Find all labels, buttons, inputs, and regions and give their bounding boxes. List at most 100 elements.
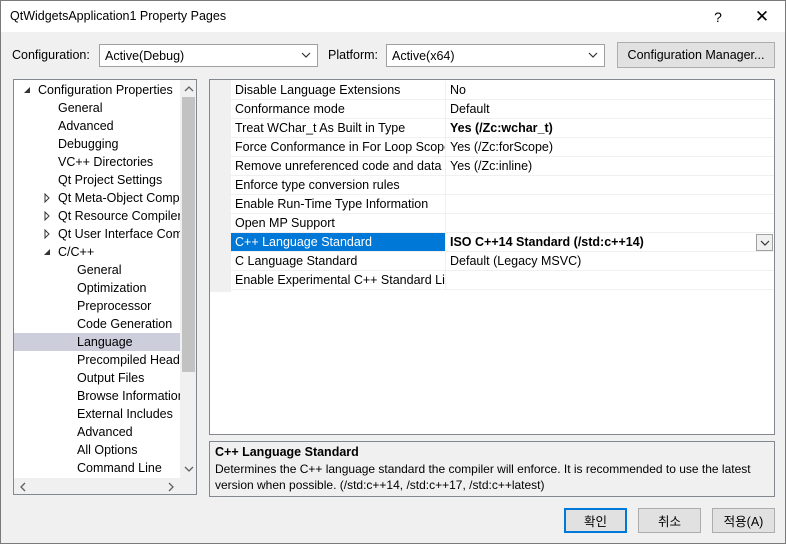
property-value[interactable]: Default	[446, 100, 774, 119]
apply-button[interactable]: 적용(A)	[712, 508, 775, 533]
collapsed-arrow-icon[interactable]	[42, 229, 52, 239]
property-value-text: ISO C++14 Standard (/std:c++14)	[450, 235, 644, 249]
platform-value: Active(x64)	[392, 49, 455, 63]
property-value[interactable]	[446, 195, 774, 214]
tree-item-label: Code Generation	[77, 317, 173, 331]
property-row[interactable]: Open MP Support	[231, 214, 774, 233]
property-value[interactable]: No	[446, 81, 774, 100]
tree-item[interactable]: Output Files	[14, 369, 180, 387]
property-row[interactable]: C Language Standard Default (Legacy MSVC)	[231, 252, 774, 271]
tree-item[interactable]: Command Line	[14, 459, 180, 477]
property-row[interactable]: Enforce type conversion rules	[231, 176, 774, 195]
property-name[interactable]: Disable Language Extensions	[231, 81, 446, 100]
property-row[interactable]: Remove unreferenced code and data Yes (/Z…	[231, 157, 774, 176]
chevron-down-icon	[588, 52, 598, 58]
tree-item-label: Preprocessor	[77, 299, 152, 313]
tree-item[interactable]: External Includes	[14, 405, 180, 423]
chevron-down-icon	[760, 240, 770, 246]
property-name[interactable]: Remove unreferenced code and data	[231, 157, 446, 176]
property-value[interactable]	[446, 271, 774, 290]
ok-button[interactable]: 확인	[564, 508, 627, 533]
close-button[interactable]: ✕	[739, 1, 785, 32]
collapsed-arrow-icon[interactable]	[42, 211, 52, 221]
property-value[interactable]: Yes (/Zc:forScope)	[446, 138, 774, 157]
tree-item[interactable]: Qt Resource Compiler	[14, 207, 182, 225]
property-name[interactable]: Enable Experimental C++ Standard Lib	[231, 271, 446, 290]
tree-item[interactable]: VC++ Directories	[14, 153, 180, 171]
tree-item-label: Advanced	[58, 119, 114, 133]
tree-item-label: Command Line	[77, 461, 162, 475]
help-button[interactable]: ?	[695, 1, 741, 32]
property-name[interactable]: Open MP Support	[231, 214, 446, 233]
property-value-text: Yes (/Zc:inline)	[450, 159, 533, 173]
tree-item[interactable]: Language	[14, 333, 180, 351]
property-row[interactable]: Enable Run-Time Type Information	[231, 195, 774, 214]
tree-item[interactable]: Preprocessor	[14, 297, 180, 315]
chevron-left-icon[interactable]	[18, 482, 28, 492]
expanded-arrow-icon[interactable]	[22, 85, 32, 95]
tree-item[interactable]: Advanced	[14, 423, 180, 441]
property-row[interactable]: C++ Language Standard ISO C++14 Standard …	[231, 233, 774, 252]
configuration-dropdown[interactable]: Active(Debug)	[99, 44, 318, 67]
property-name[interactable]: Enable Run-Time Type Information	[231, 195, 446, 214]
tree-item[interactable]: Precompiled Heade	[14, 351, 187, 369]
property-name[interactable]: C++ Language Standard	[231, 233, 446, 252]
tree-item[interactable]: Optimization	[14, 279, 180, 297]
property-value[interactable]: ISO C++14 Standard (/std:c++14)	[446, 233, 774, 252]
tree-item[interactable]: Debugging	[14, 135, 180, 153]
tree-item[interactable]: Qt User Interface Comp	[14, 225, 190, 243]
platform-label: Platform:	[328, 48, 379, 62]
description-panel: C++ Language Standard Determines the C++…	[209, 441, 775, 497]
chevron-right-icon[interactable]	[166, 482, 176, 492]
description-text: Determines the C++ language standard the…	[215, 462, 751, 492]
property-name[interactable]: Treat WChar_t As Built in Type	[231, 119, 446, 138]
property-row[interactable]: Enable Experimental C++ Standard Lib	[231, 271, 774, 290]
expanded-arrow-icon[interactable]	[42, 247, 52, 257]
tree-item-label: Optimization	[77, 281, 147, 295]
platform-dropdown[interactable]: Active(x64)	[386, 44, 605, 67]
configuration-manager-button[interactable]: Configuration Manager...	[617, 42, 775, 68]
tree-horizontal-scrollbar[interactable]	[14, 478, 180, 494]
property-value[interactable]: Yes (/Zc:inline)	[446, 157, 774, 176]
property-name[interactable]: C Language Standard	[231, 252, 446, 271]
property-value[interactable]	[446, 176, 774, 195]
description-title: C++ Language Standard	[215, 445, 359, 459]
tree-item[interactable]: Configuration Properties	[14, 81, 180, 99]
tree-item-label: Qt Meta-Object Comp	[58, 191, 180, 205]
property-row[interactable]: Disable Language Extensions No	[231, 81, 774, 100]
tree-item[interactable]: Browse Information	[14, 387, 185, 405]
tree-item-label: Qt Resource Compiler	[58, 209, 182, 223]
tree-item[interactable]: C/C++	[14, 243, 180, 261]
value-dropdown-button[interactable]	[756, 234, 773, 251]
property-name[interactable]: Enforce type conversion rules	[231, 176, 446, 195]
tree-scroll-thumb[interactable]	[182, 97, 195, 372]
tree-item-label: Precompiled Heade	[77, 353, 187, 367]
tree-item[interactable]: Code Generation	[14, 315, 180, 333]
property-value[interactable]	[446, 214, 774, 233]
tree-item[interactable]: Qt Meta-Object Comp	[14, 189, 180, 207]
property-value-text: Default (Legacy MSVC)	[450, 254, 582, 268]
tree-item-label: VC++ Directories	[58, 155, 154, 169]
property-row[interactable]: Treat WChar_t As Built in Type Yes (/Zc:w…	[231, 119, 774, 138]
property-row[interactable]: Conformance mode Default	[231, 100, 774, 119]
property-grid: Disable Language Extensions No Conformance…	[209, 79, 775, 435]
tree-item[interactable]: All Options	[14, 441, 180, 459]
tree-item[interactable]: Qt Project Settings	[14, 171, 180, 189]
chevron-down-icon[interactable]	[184, 464, 194, 474]
property-value[interactable]: Yes (/Zc:wchar_t)	[446, 119, 774, 138]
property-name[interactable]: Force Conformance in For Loop Scope	[231, 138, 446, 157]
tree-item[interactable]: Advanced	[14, 117, 180, 135]
tree-item[interactable]: General	[14, 261, 180, 279]
tree-item-label: Advanced	[77, 425, 133, 439]
chevron-up-icon[interactable]	[184, 84, 194, 94]
collapsed-arrow-icon[interactable]	[42, 193, 52, 203]
property-value[interactable]: Default (Legacy MSVC)	[446, 252, 774, 271]
tree-item[interactable]: General	[14, 99, 180, 117]
property-row[interactable]: Force Conformance in For Loop Scope Yes (…	[231, 138, 774, 157]
scroll-corner	[180, 478, 196, 494]
property-value-text: Default	[450, 102, 490, 116]
cancel-button[interactable]: 취소	[638, 508, 701, 533]
property-name[interactable]: Conformance mode	[231, 100, 446, 119]
tree-item-label: General	[58, 101, 103, 115]
property-value-text: No	[450, 83, 466, 97]
